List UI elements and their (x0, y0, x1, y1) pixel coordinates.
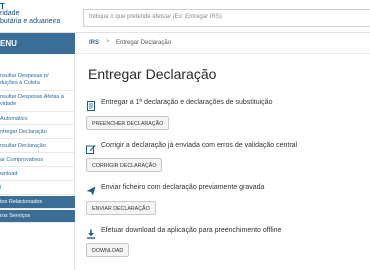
section-title-entregar: Entregar a 1ª declaração e declarações d… (101, 99, 273, 106)
sidebar-item-misc[interactable]: l (0, 182, 75, 195)
sidebar-item-irs-automatico[interactable]: Automático (0, 113, 75, 125)
search-input[interactable]: Indique o que pretende efetuar (Ex: Entr… (83, 9, 370, 27)
pencil-icon (86, 141, 96, 154)
sidebar-item-label: nsultar Declaração (0, 143, 46, 149)
page-title: Entregar Declaração (88, 66, 217, 82)
sidebar-item-assuntos-relacionados[interactable]: tos Relacionados (0, 196, 75, 209)
menu-label: ENU (0, 39, 17, 48)
sidebar-item-label: nsultar Despesas Afetas à (0, 94, 64, 100)
logo-line-3[interactable]: butária e aduaneira (0, 18, 60, 25)
preencher-declaracao-button[interactable]: PREENCHER DECLARAÇÃO (86, 116, 170, 130)
document-icon (86, 98, 96, 111)
sidebar-item-label: vidade (0, 100, 17, 107)
send-icon (86, 183, 96, 196)
header: T ridade butária e aduaneira Indique o q… (0, 0, 370, 33)
sidebar-item-label: ar Comprovativos (0, 157, 44, 163)
sidebar-item-label: ntregar Declaração (0, 129, 47, 135)
sidebar-item-label: l (0, 185, 2, 191)
sidebar-item-obter-comprovativos[interactable]: ar Comprovativos (0, 154, 75, 167)
sidebar-item-label: tos Relacionados (0, 199, 43, 205)
download-button[interactable]: DOWNLOAD (86, 243, 130, 257)
corrigir-declaracao-button[interactable]: CORRIGIR DECLARAÇÃO (86, 158, 163, 172)
sidebar-item-download[interactable]: wnload (0, 168, 75, 181)
sidebar-item-consultar-despesas-atividade[interactable]: nsultar Despesas Afetas à vidade (0, 92, 75, 112)
breadcrumb-separator: > (106, 39, 110, 45)
breadcrumb: IRS > Entregar Declaração (76, 33, 370, 54)
sidebar-item-label: wnload (0, 171, 18, 177)
section-title-corrigir: Corrigir a declaração já enviada com err… (101, 142, 298, 149)
breadcrumb-current: Entregar Declaração (116, 40, 172, 46)
sidebar-item-consultar-despesas-deducoes[interactable]: nsultar Despesas p/ duções à Coleta (0, 71, 75, 91)
breadcrumb-home[interactable]: IRS (89, 40, 99, 46)
sidebar: ENU nsultar Despesas p/ duções à Coleta … (0, 33, 75, 270)
sidebar-item-label: Automático (0, 116, 28, 122)
download-icon (86, 226, 96, 239)
logo-line-2[interactable]: ridade (0, 10, 19, 17)
sidebar-item-label: duções à Coleta (0, 79, 40, 86)
search-placeholder: Indique o que pretende efetuar (Ex: Entr… (89, 14, 222, 20)
section-title-download: Efetuar download da aplicação para preen… (101, 227, 282, 234)
sidebar-item-entregar-declaracao[interactable]: ntregar Declaração (0, 126, 75, 139)
section-title-enviar: Enviar ficheiro com declaração previamen… (101, 184, 265, 191)
menu-header[interactable]: ENU (0, 33, 75, 54)
sidebar-item-outros-servicos[interactable]: ros Serviços (0, 210, 75, 223)
sidebar-item-consultar-declaracao[interactable]: nsultar Declaração (0, 140, 75, 153)
enviar-declaracao-button[interactable]: ENVIAR DECLARAÇÃO (86, 201, 156, 215)
sidebar-item-label: ros Serviços (0, 213, 31, 219)
